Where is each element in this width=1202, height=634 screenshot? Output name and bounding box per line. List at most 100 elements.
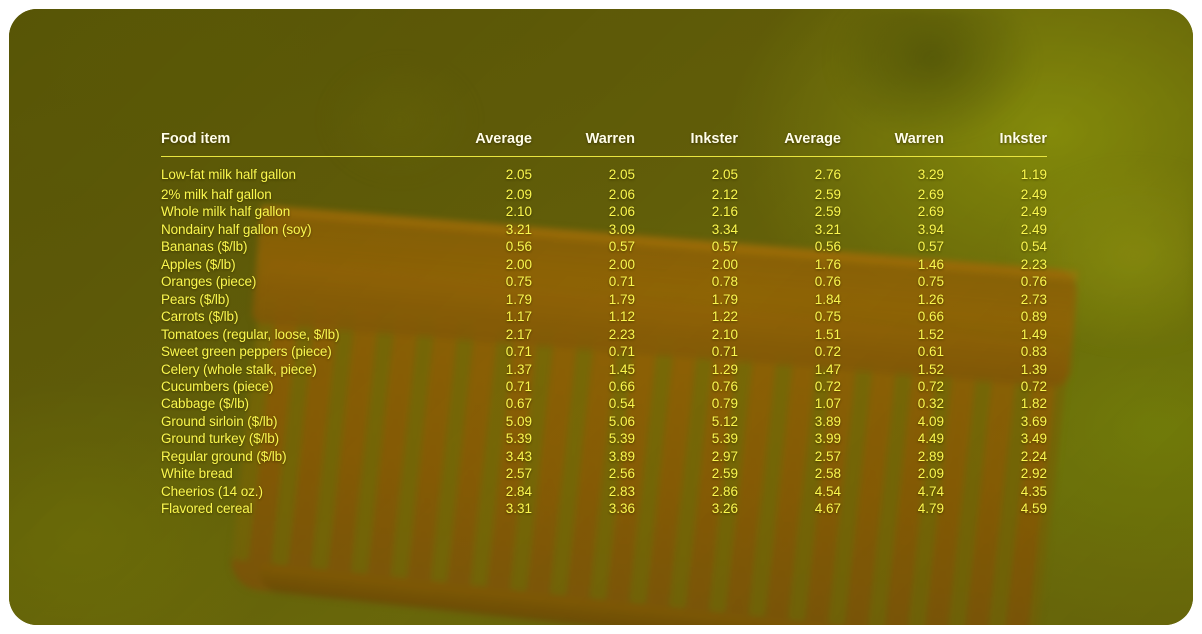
cell-price: 2.59 [711,466,738,482]
cell-food-item: Ground turkey ($/lb) [161,431,280,447]
cell-price: 0.72 [814,378,841,394]
cell-price: 1.26 [917,291,944,307]
table-row: Pears ($/lb) 1.79 1.79 1.79 1.84 1.26 2.73 [161,291,1047,308]
cell-price: 0.54 [608,396,635,412]
cell-price: 2.49 [1020,204,1047,220]
cell-price: 0.67 [505,396,532,412]
cell-price: 2.05 [711,166,738,182]
cell-price: 3.21 [505,221,532,237]
cell-price: 0.79 [711,396,738,412]
cell-price: 1.52 [917,326,944,342]
cell-food-item: Celery (whole stalk, piece) [161,361,317,377]
cell-price: 1.79 [608,291,635,307]
table-row: Celery (whole stalk, piece) 1.37 1.45 1.29 1… [161,361,1047,378]
cell-price: 0.32 [917,396,944,412]
cell-price: 2.59 [814,204,841,220]
cell-price: 2.92 [1020,466,1047,482]
cell-price: 5.39 [505,431,532,447]
table-body: Low-fat milk half gallon 2.05 2.05 2.05 2.76… [161,157,1047,518]
cell-price: 0.72 [814,344,841,360]
cell-price: 2.00 [505,256,532,272]
cell-price: 2.09 [505,187,532,202]
cell-price: 1.82 [1020,396,1047,412]
cell-price: 0.71 [505,378,532,394]
table-row: Cucumbers (piece) 0.71 0.66 0.76 0.72 0.72 0.7… [161,378,1047,395]
cell-price: 5.39 [608,431,635,447]
cell-price: 0.57 [608,239,635,255]
cell-food-item: Tomatoes (regular, loose, $/lb) [161,326,340,342]
cell-price: 3.69 [1020,413,1047,429]
cell-price: 3.29 [917,166,944,182]
cell-price: 3.09 [608,221,635,237]
cell-food-item: Regular ground ($/lb) [161,448,287,464]
cell-price: 2.73 [1020,291,1047,307]
column-header-food-item: Food item [161,131,231,147]
cell-price: 4.54 [814,483,841,499]
cell-price: 2.58 [814,466,841,482]
cell-food-item: White bread [161,466,233,482]
cell-price: 2.12 [711,187,738,202]
cell-food-item: Whole milk half gallon [161,204,291,220]
table-row: White bread 2.57 2.56 2.59 2.58 2.09 2.92 [161,465,1047,482]
cell-price: 2.49 [1020,187,1047,202]
cell-price: 2.97 [711,448,738,464]
cell-price: 5.09 [505,413,532,429]
cell-price: 0.56 [814,239,841,255]
cell-price: 2.57 [814,448,841,464]
cell-price: 0.75 [814,309,841,325]
cell-food-item: Pears ($/lb) [161,291,230,307]
cell-price: 3.49 [1020,431,1047,447]
cell-price: 1.19 [1020,166,1047,182]
cell-price: 5.06 [608,413,635,429]
column-header-warren-2: Warren [894,131,944,147]
cell-price: 0.72 [1020,378,1047,394]
cell-price: 2.69 [917,187,944,202]
cell-price: 0.83 [1020,344,1047,360]
cell-price: 1.29 [711,361,738,377]
cell-price: 4.79 [917,501,944,517]
table-row: Flavored cereal 3.31 3.36 3.26 4.67 4.79 4.59 [161,500,1047,517]
table-header-row: Food item Average Warren Inkster Average… [161,131,1047,157]
cell-price: 1.49 [1020,326,1047,342]
cell-price: 0.56 [505,239,532,255]
cell-price: 0.76 [711,378,738,394]
cell-food-item: Sweet green peppers (piece) [161,344,332,360]
cell-price: 2.84 [505,483,532,499]
table-row: Whole milk half gallon 2.10 2.06 2.16 2.59 2.… [161,203,1047,220]
table-row: Oranges (piece) 0.75 0.71 0.78 0.76 0.75 0.76 [161,273,1047,290]
column-header-warren-1: Warren [585,131,635,147]
table-row: Ground turkey ($/lb) 5.39 5.39 5.39 3.99 4.49… [161,430,1047,447]
cell-price: 4.67 [814,501,841,517]
cell-price: 2.10 [711,326,738,342]
cell-price: 1.76 [814,256,841,272]
cell-price: 0.76 [814,274,841,290]
cell-price: 2.10 [505,204,532,220]
cell-food-item: Cucumbers (piece) [161,378,274,394]
cell-price: 3.94 [917,221,944,237]
cell-price: 1.39 [1020,361,1047,377]
cell-price: 0.75 [505,274,532,290]
cell-price: 2.16 [711,204,738,220]
cell-price: 3.21 [814,221,841,237]
cell-food-item: Apples ($/lb) [161,256,236,272]
cell-food-item: Flavored cereal [161,501,253,517]
column-header-average-1: Average [475,131,532,147]
cell-price: 2.89 [917,448,944,464]
cell-price: 3.43 [505,448,532,464]
column-header-inkster-1: Inkster [690,131,738,147]
cell-price: 2.05 [505,166,532,182]
cell-price: 2.23 [1020,256,1047,272]
table-row: Cabbage ($/lb) 0.67 0.54 0.79 1.07 0.32 1.82 [161,395,1047,412]
table-container: Food item Average Warren Inkster Average… [9,9,1193,625]
cell-price: 2.06 [608,187,635,202]
cell-food-item: Nondairy half gallon (soy) [161,221,312,237]
table-row: Sweet green peppers (piece) 0.71 0.71 0.71 0… [161,343,1047,360]
cell-price: 2.00 [608,256,635,272]
table-row: Ground sirloin ($/lb) 5.09 5.06 5.12 3.89 4.0… [161,413,1047,430]
cell-price: 2.06 [608,204,635,220]
cell-price: 2.69 [917,204,944,220]
cell-price: 2.56 [608,466,635,482]
column-header-inkster-2: Inkster [999,131,1047,147]
cell-price: 1.47 [814,361,841,377]
cell-food-item: Carrots ($/lb) [161,309,239,325]
